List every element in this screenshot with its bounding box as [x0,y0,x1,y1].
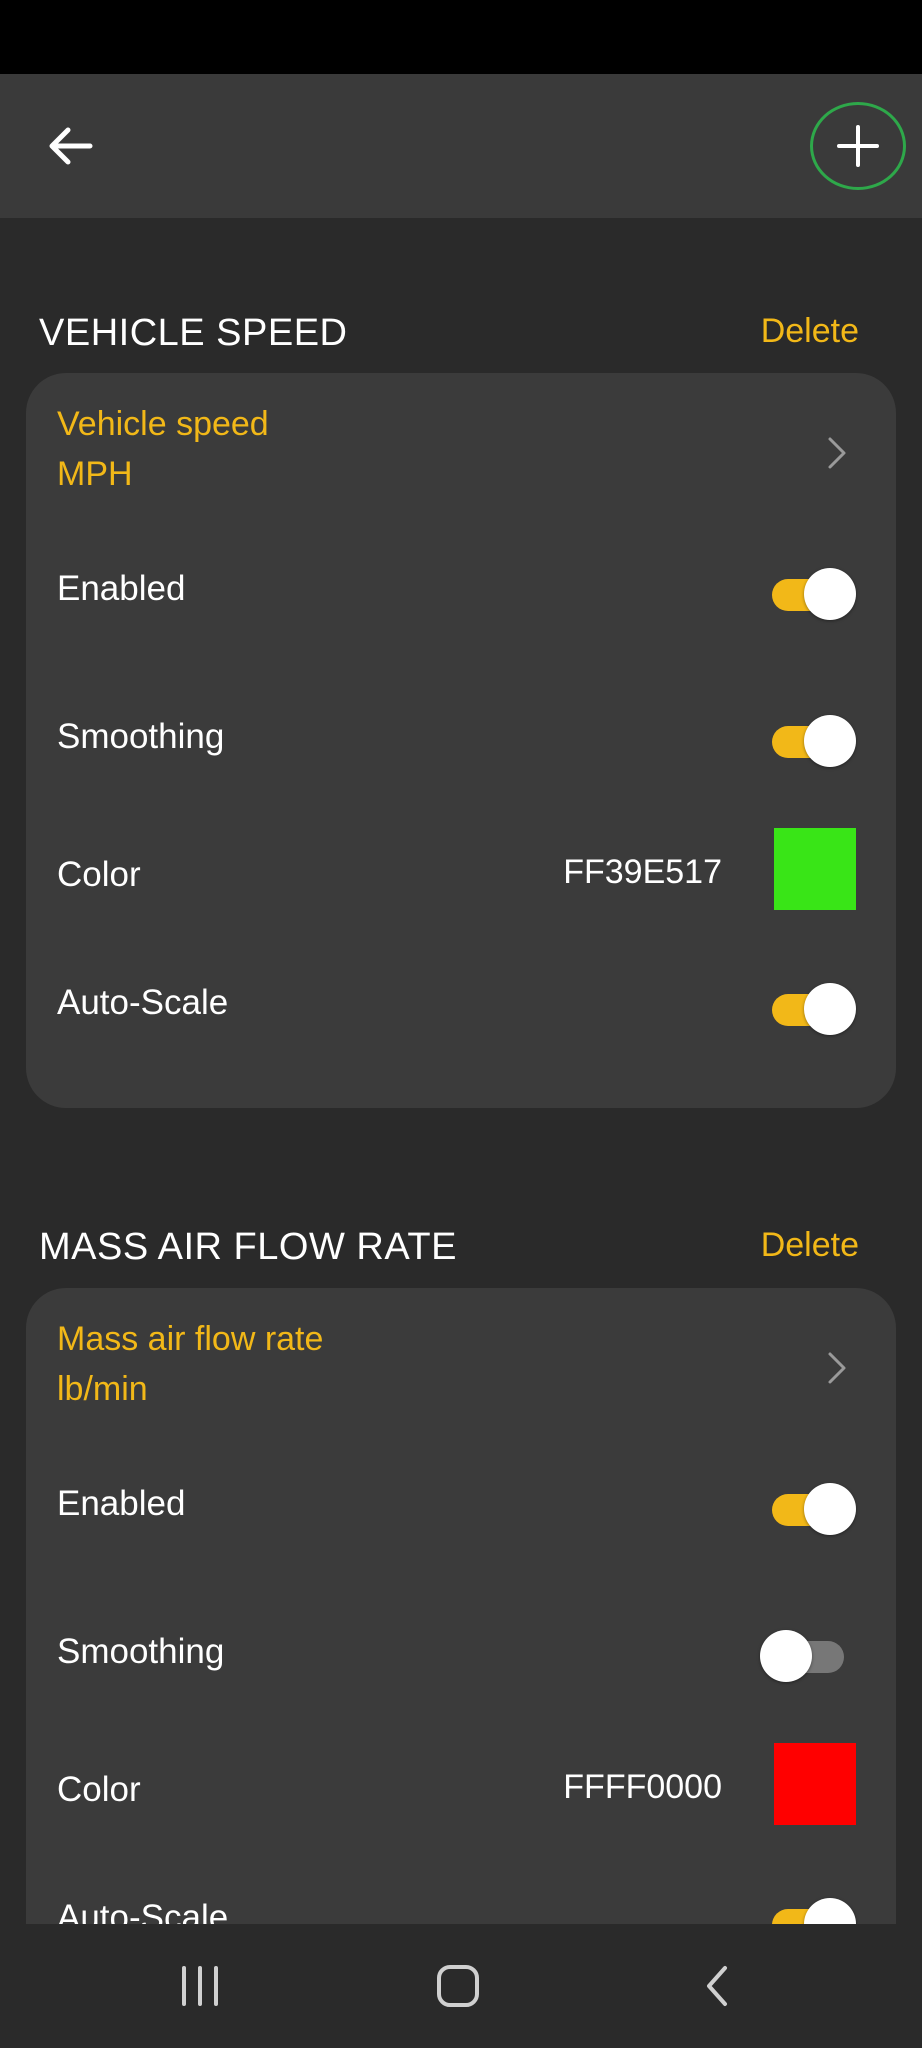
smoothing-row: Smoothing [26,653,896,803]
chevron-right-icon [828,1352,846,1384]
arrow-left-icon [49,127,93,165]
section-title: VEHICLE SPEED [39,312,348,354]
chevron-right-icon [828,437,846,469]
smoothing-row: Smoothing [26,1568,896,1718]
status-bar [0,0,922,74]
section-header: VEHICLE SPEED Delete [0,296,922,376]
enabled-row: Enabled [26,1448,896,1568]
color-swatch[interactable] [774,1743,856,1825]
color-swatch[interactable] [774,828,856,910]
recent-apps-icon [182,1966,218,2006]
color-row: Color FFFF0000 [26,1718,896,1848]
color-label: Color [57,855,141,894]
source-unit: lb/min [57,1370,148,1408]
source-unit: MPH [57,455,133,493]
back-nav-button[interactable] [672,1954,762,2018]
app-bar [0,74,922,218]
plus-icon [837,125,879,167]
enabled-label: Enabled [57,569,186,608]
enabled-row: Enabled [26,533,896,653]
delete-button[interactable]: Delete [761,312,859,351]
section-title: MASS AIR FLOW RATE [39,1226,457,1268]
recent-apps-button[interactable] [155,1954,245,2018]
enabled-toggle[interactable] [772,566,856,620]
auto-scale-toggle[interactable] [772,1896,856,1924]
color-hex-value: FF39E517 [563,853,722,891]
smoothing-label: Smoothing [57,717,225,756]
back-button[interactable] [32,110,108,182]
auto-scale-label: Auto-Scale [57,1898,229,1924]
enabled-label: Enabled [57,1484,186,1523]
auto-scale-row: Auto-Scale [26,933,896,1083]
home-button[interactable] [413,1954,503,2018]
auto-scale-label: Auto-Scale [57,983,229,1022]
back-chevron-icon [707,1966,727,2006]
smoothing-label: Smoothing [57,1632,225,1671]
system-nav-bar [0,1924,922,2048]
color-label: Color [57,1770,141,1809]
source-name: Mass air flow rate [57,1320,324,1358]
add-button[interactable] [810,102,906,190]
home-icon [437,1965,479,2007]
auto-scale-row: Auto-Scale [26,1848,896,1924]
channel-card: Vehicle speed MPH Enabled Smoothing Colo… [26,373,896,1108]
channel-card: Mass air flow rate lb/min Enabled Smooth… [26,1288,896,1924]
smoothing-toggle[interactable] [772,713,856,767]
smoothing-toggle[interactable] [760,1628,844,1682]
enabled-toggle[interactable] [772,1481,856,1535]
source-name: Vehicle speed [57,405,269,443]
auto-scale-toggle[interactable] [772,981,856,1035]
settings-list[interactable]: VEHICLE SPEED Delete Vehicle speed MPH E… [0,218,922,1924]
data-source-row[interactable]: Vehicle speed MPH [26,373,896,533]
data-source-row[interactable]: Mass air flow rate lb/min [26,1288,896,1448]
color-row: Color FF39E517 [26,803,896,933]
color-hex-value: FFFF0000 [563,1768,722,1806]
delete-button[interactable]: Delete [761,1226,859,1265]
section-header: MASS AIR FLOW RATE Delete [0,1210,922,1290]
